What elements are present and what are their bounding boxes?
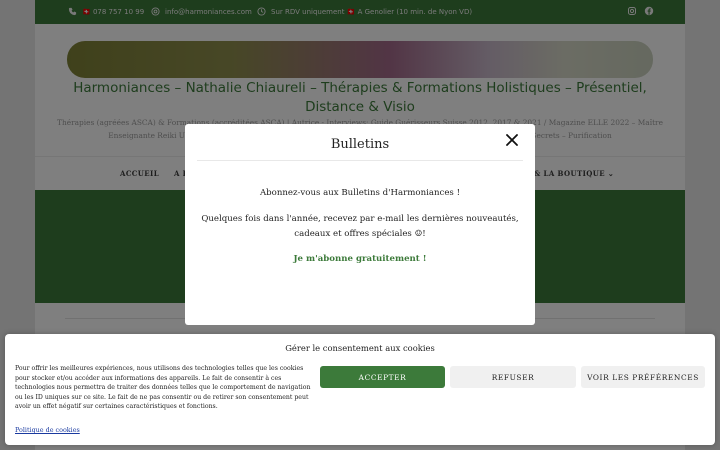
newsletter-modal: Bulletins Abonnez-vous aux Bulletins d'H… bbox=[185, 124, 535, 325]
modal-intro: Abonnez-vous aux Bulletins d'Harmoniance… bbox=[259, 188, 461, 198]
cookie-policy-link[interactable]: Politique de cookies bbox=[15, 426, 80, 434]
modal-divider bbox=[197, 160, 523, 161]
cookie-title: Gérer le consentement aux cookies bbox=[285, 343, 435, 353]
refuse-button[interactable]: REFUSER bbox=[450, 366, 576, 388]
cookie-consent-banner: Gérer le consentement aux cookies Pour o… bbox=[5, 334, 715, 445]
cookie-text: Pour offrir les meilleures expériences, … bbox=[15, 365, 311, 411]
subscribe-link[interactable]: Je m'abonne gratuitement ! bbox=[185, 254, 535, 264]
modal-description-line1: Quelques fois dans l'année, recevez par … bbox=[201, 214, 519, 224]
modal-title: Bulletins bbox=[330, 137, 390, 152]
accept-button[interactable]: ACCEPTER bbox=[320, 366, 445, 388]
modal-description-line2: cadeaux et offres spéciales ☺! bbox=[294, 229, 426, 239]
close-icon[interactable] bbox=[503, 131, 521, 149]
view-preferences-button[interactable]: VOIR LES PRÉFÉRENCES bbox=[581, 366, 705, 388]
